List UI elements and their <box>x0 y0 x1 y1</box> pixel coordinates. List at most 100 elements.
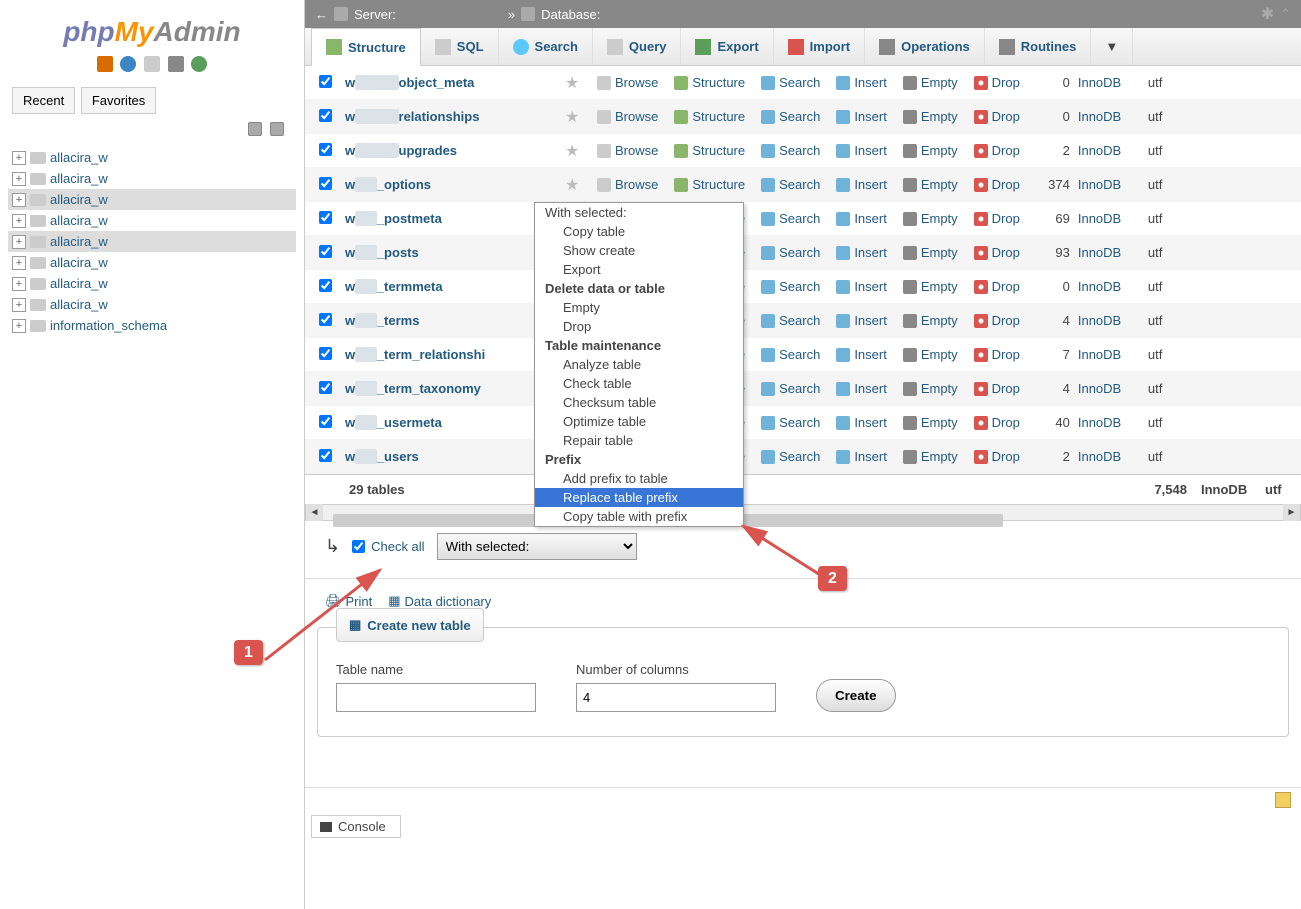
browse-link[interactable]: Browse <box>589 109 666 124</box>
table-name[interactable]: wxxx_options <box>345 177 565 192</box>
row-checkbox[interactable] <box>319 279 332 292</box>
empty-link[interactable]: Empty <box>895 211 966 226</box>
table-name[interactable]: wxxx_term_taxonomy <box>345 381 565 396</box>
expand-icon[interactable]: + <box>12 298 26 312</box>
table-name[interactable]: wxxx_termmeta <box>345 279 565 294</box>
search-link[interactable]: Search <box>753 449 828 464</box>
row-checkbox[interactable] <box>319 381 332 394</box>
drop-link[interactable]: Drop <box>966 245 1028 260</box>
tab-sql[interactable]: SQL <box>421 28 499 65</box>
drop-link[interactable]: Drop <box>966 415 1028 430</box>
scroll-right-icon[interactable]: ► <box>1283 504 1300 521</box>
gear-icon[interactable] <box>168 56 184 72</box>
tree-item[interactable]: +allacira_w <box>8 147 296 168</box>
favorite-star-icon[interactable]: ★ <box>565 141 589 161</box>
tab-query[interactable]: Query <box>593 28 682 65</box>
table-name-input[interactable] <box>336 683 536 712</box>
search-link[interactable]: Search <box>753 143 828 158</box>
menu-analyze[interactable]: Analyze table <box>535 355 743 374</box>
tree-item[interactable]: +allacira_w <box>8 189 296 210</box>
search-link[interactable]: Search <box>753 415 828 430</box>
tree-item[interactable]: +allacira_w <box>8 273 296 294</box>
row-checkbox[interactable] <box>319 449 332 462</box>
tab-import[interactable]: Import <box>774 28 865 65</box>
engine[interactable]: InnoDB <box>1078 313 1148 328</box>
row-checkbox[interactable] <box>319 415 332 428</box>
row-checkbox[interactable] <box>319 347 332 360</box>
favorite-star-icon[interactable]: ★ <box>565 175 589 195</box>
engine[interactable]: InnoDB <box>1078 449 1148 464</box>
menu-copy-prefix[interactable]: Copy table with prefix <box>535 507 743 526</box>
menu-checksum[interactable]: Checksum table <box>535 393 743 412</box>
drop-link[interactable]: Drop <box>966 109 1028 124</box>
insert-link[interactable]: Insert <box>828 75 895 90</box>
database-label[interactable]: Database: <box>541 7 600 22</box>
empty-link[interactable]: Empty <box>895 381 966 396</box>
menu-add-prefix[interactable]: Add prefix to table <box>535 469 743 488</box>
menu-replace-prefix[interactable]: Replace table prefix <box>535 488 743 507</box>
drop-link[interactable]: Drop <box>966 143 1028 158</box>
tree-item[interactable]: +allacira_w <box>8 252 296 273</box>
expand-icon[interactable]: + <box>12 214 26 228</box>
tab-structure[interactable]: Structure <box>311 28 421 66</box>
engine[interactable]: InnoDB <box>1078 415 1148 430</box>
help-icon[interactable] <box>120 56 136 72</box>
table-name[interactable]: wxxx_posts <box>345 245 565 260</box>
insert-link[interactable]: Insert <box>828 211 895 226</box>
menu-export[interactable]: Export <box>535 260 743 279</box>
insert-link[interactable]: Insert <box>828 279 895 294</box>
expand-icon[interactable]: + <box>12 193 26 207</box>
collapse-icon[interactable]: ⌃ <box>1280 6 1291 22</box>
check-all-label[interactable]: Check all <box>352 539 424 554</box>
table-name[interactable]: wxxxxxxupgrades <box>345 143 565 158</box>
data-dictionary-link[interactable]: ▦Data dictionary <box>388 593 491 609</box>
empty-link[interactable]: Empty <box>895 415 966 430</box>
insert-link[interactable]: Insert <box>828 415 895 430</box>
structure-link[interactable]: Structure <box>666 177 753 192</box>
bookmark-icon[interactable] <box>1275 792 1291 808</box>
expand-icon[interactable]: + <box>12 172 26 186</box>
home-icon[interactable] <box>97 56 113 72</box>
tab-search[interactable]: Search <box>499 28 593 65</box>
tab-operations[interactable]: Operations <box>865 28 985 65</box>
row-checkbox[interactable] <box>319 313 332 326</box>
search-link[interactable]: Search <box>753 279 828 294</box>
drop-link[interactable]: Drop <box>966 449 1028 464</box>
tree-item[interactable]: +allacira_w <box>8 231 296 252</box>
recent-button[interactable]: Recent <box>12 87 75 114</box>
table-name[interactable]: wxxxxxxrelationships <box>345 109 565 124</box>
menu-check[interactable]: Check table <box>535 374 743 393</box>
row-checkbox[interactable] <box>319 143 332 156</box>
table-name[interactable]: wxxx_usermeta <box>345 415 565 430</box>
tree-item[interactable]: +allacira_w <box>8 294 296 315</box>
console-bar[interactable]: Console <box>311 815 401 838</box>
search-link[interactable]: Search <box>753 109 828 124</box>
favorite-star-icon[interactable]: ★ <box>565 73 589 93</box>
drop-link[interactable]: Drop <box>966 313 1028 328</box>
drop-link[interactable]: Drop <box>966 279 1028 294</box>
insert-link[interactable]: Insert <box>828 381 895 396</box>
table-name[interactable]: wxxx_term_relationshi <box>345 347 565 362</box>
with-selected-dropdown[interactable]: With selected: <box>437 533 637 560</box>
engine[interactable]: InnoDB <box>1078 75 1148 90</box>
empty-link[interactable]: Empty <box>895 143 966 158</box>
server-label[interactable]: Server: <box>354 7 396 22</box>
empty-link[interactable]: Empty <box>895 347 966 362</box>
create-button[interactable]: Create <box>816 679 896 712</box>
drop-link[interactable]: Drop <box>966 347 1028 362</box>
tree-item[interactable]: +allacira_w <box>8 210 296 231</box>
insert-link[interactable]: Insert <box>828 143 895 158</box>
drop-link[interactable]: Drop <box>966 75 1028 90</box>
scroll-left-icon[interactable]: ◄ <box>306 504 323 521</box>
empty-link[interactable]: Empty <box>895 279 966 294</box>
tab-export[interactable]: Export <box>681 28 773 65</box>
menu-empty[interactable]: Empty <box>535 298 743 317</box>
expand-icon[interactable]: + <box>12 151 26 165</box>
structure-link[interactable]: Structure <box>666 109 753 124</box>
engine[interactable]: InnoDB <box>1078 347 1148 362</box>
menu-repair[interactable]: Repair table <box>535 431 743 450</box>
horizontal-scrollbar[interactable]: ◄ ► <box>305 504 1301 521</box>
expand-icon[interactable]: + <box>12 319 26 333</box>
collapse-all-icon[interactable] <box>248 122 262 136</box>
settings-icon[interactable]: ✱ <box>1261 4 1274 24</box>
